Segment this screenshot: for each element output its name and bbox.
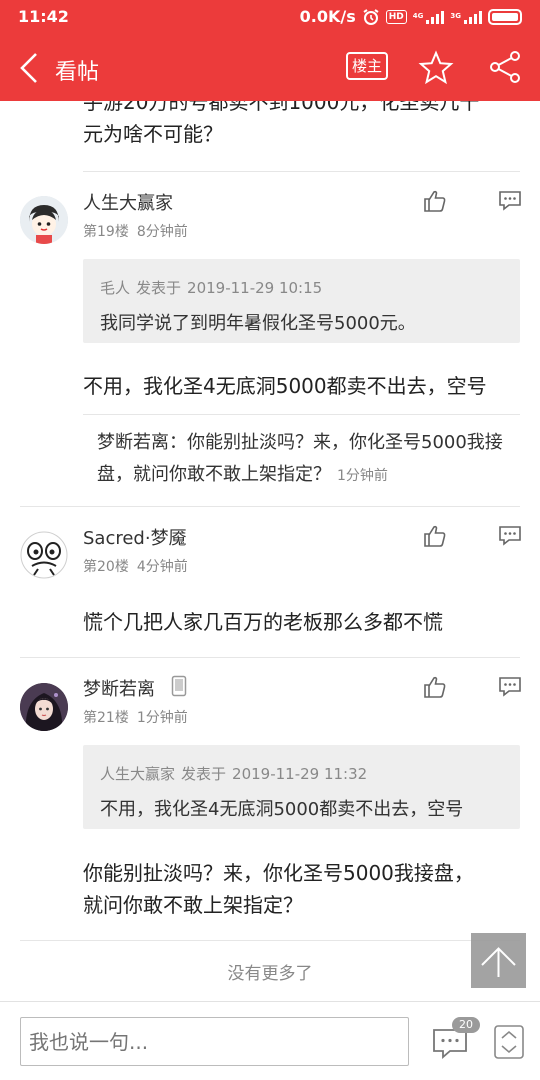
bottom-bar: 20 — [0, 1001, 540, 1080]
page-title: 看帖 — [55, 60, 100, 85]
arrow-up-icon — [481, 947, 516, 977]
reply-colon: ： — [169, 432, 187, 453]
comment-username[interactable]: 人生大赢家 — [83, 189, 173, 215]
comment-time: 1分钟前 — [136, 710, 188, 726]
share-icon[interactable] — [488, 50, 522, 84]
scroll-to-top-button[interactable] — [471, 933, 526, 988]
comment-icon[interactable] — [497, 189, 523, 213]
network-speed: 0.0K/s — [299, 7, 356, 26]
reply-author: 梦断若离 — [97, 432, 169, 453]
quoted-comment[interactable]: 毛人 发表于 2019-11-29 10:15 我同学说了到明年暑假化圣号5000元… — [83, 259, 520, 343]
comment-icon[interactable] — [497, 524, 523, 548]
battery-icon — [488, 8, 522, 25]
status-bar: 11:42 0.0K/s HD 4G 3G — [0, 0, 540, 34]
comment-time: 8分钟前 — [136, 224, 188, 240]
reply-input[interactable] — [20, 1017, 409, 1066]
signal-4g-icon — [426, 10, 445, 24]
comment-body-line-1: 你能别扯淡吗？来，你化圣号5000我接盘， — [83, 861, 474, 885]
quote-header: 毛人 发表于 2019-11-29 10:15 — [100, 277, 322, 298]
divider — [83, 171, 520, 172]
status-time: 11:42 — [18, 7, 69, 26]
network-4g-label: 4G — [412, 12, 424, 20]
back-icon[interactable] — [14, 50, 44, 86]
thumbs-up-icon[interactable] — [422, 524, 448, 548]
only-op-button[interactable]: 楼主 — [346, 52, 388, 80]
quote-datetime: 2019-11-29 10:15 — [187, 279, 323, 297]
top-bar: 11:42 0.0K/s HD 4G 3G 看帖 楼主 — [0, 0, 540, 101]
nav-bar: 看帖 楼主 — [0, 34, 540, 101]
comment-time: 4分钟前 — [136, 559, 188, 575]
comment-icon[interactable] — [497, 675, 523, 699]
reply-time: 1分钟前 — [337, 468, 388, 484]
divider — [20, 506, 520, 507]
divider — [83, 414, 520, 415]
comment-body: 不用，我化圣4无底洞5000都卖不出去，空号 — [83, 374, 487, 398]
mobile-phone-icon — [171, 675, 187, 697]
comment-body: 你能别扯淡吗？来，你化圣号5000我接盘， 就问你敢不敢上架指定？ — [83, 857, 474, 921]
thumbs-up-icon[interactable] — [422, 675, 448, 699]
signal-3g-icon — [464, 10, 482, 24]
quote-posted-label: 发表于 — [136, 279, 182, 297]
sort-order-icon[interactable] — [494, 1025, 524, 1059]
quote-author: 毛人 — [100, 279, 131, 297]
floor-number: 第21楼 — [83, 710, 129, 726]
avatar[interactable] — [20, 531, 68, 579]
previous-post-line-1: 手游20万的号都卖不到1000元，化圣卖几千 — [83, 101, 480, 114]
previous-post-line-2: 元为啥不可能？ — [83, 122, 223, 146]
thumbs-up-icon[interactable] — [422, 189, 448, 213]
comment-count-badge: 20 — [452, 1017, 480, 1033]
avatar-anime-girl-icon — [20, 683, 68, 731]
quote-text: 不用，我化圣4无底洞5000都卖不出去，空号 — [100, 799, 464, 820]
floor-number: 第20楼 — [83, 559, 129, 575]
network-3g-label: 3G — [450, 12, 461, 20]
star-icon[interactable] — [418, 50, 454, 86]
avatar-girl-icon — [20, 196, 68, 244]
no-more-label: 没有更多了 — [227, 964, 313, 984]
divider — [20, 657, 520, 658]
previous-post-text: 手游20万的号都卖不到1000元，化圣卖几千 元为啥不可能？ — [83, 101, 479, 150]
divider — [20, 940, 520, 941]
comment-meta: 第19楼 8分钟前 — [83, 221, 188, 241]
quote-posted-label: 发表于 — [181, 765, 227, 783]
avatar-meme-icon — [20, 531, 68, 579]
inline-reply[interactable]: 梦断若离：你能别扯淡吗？来，你化圣号5000我接盘，就问你敢不敢上架指定？ 1分钟… — [97, 427, 507, 492]
quoted-comment[interactable]: 人生大赢家 发表于 2019-11-29 11:32 不用，我化圣4无底洞5000都… — [83, 745, 520, 829]
thread-content[interactable]: 手游20万的号都卖不到1000元，化圣卖几千 元为啥不可能？ 人生大赢家 第19… — [0, 101, 540, 1001]
comment-meta: 第21楼 1分钟前 — [83, 707, 188, 727]
hd-icon: HD — [385, 9, 407, 24]
floor-number: 第19楼 — [83, 224, 129, 240]
quote-datetime: 2019-11-29 11:32 — [232, 765, 368, 783]
avatar[interactable] — [20, 683, 68, 731]
comment-meta: 第20楼 4分钟前 — [83, 556, 188, 576]
comment-body-line-2: 就问你敢不敢上架指定？ — [83, 893, 303, 917]
quote-header: 人生大赢家 发表于 2019-11-29 11:32 — [100, 763, 367, 784]
status-icons: 0.0K/s HD 4G 3G — [300, 7, 522, 26]
quote-text: 我同学说了到明年暑假化圣号5000元。 — [100, 313, 416, 334]
alarm-icon — [363, 8, 379, 25]
quote-author: 人生大赢家 — [100, 765, 176, 783]
comment-username[interactable]: 梦断若离 — [83, 675, 155, 701]
comment-body: 慌个几把人家几百万的老板那么多都不慌 — [83, 610, 443, 634]
comment-username[interactable]: Sacred·梦魇 — [83, 524, 187, 550]
avatar[interactable] — [20, 196, 68, 244]
